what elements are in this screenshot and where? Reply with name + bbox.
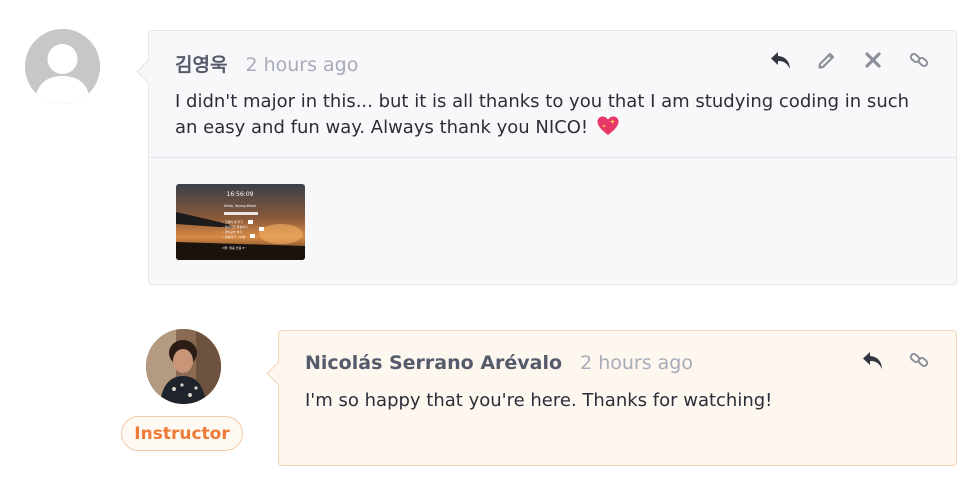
edit-icon <box>818 52 835 69</box>
comment-timestamp: 2 hours ago <box>580 352 693 374</box>
link-icon <box>909 53 929 67</box>
attachment-todo-item: • 웹사이트 완성하기 <box>222 224 248 229</box>
attachment-greeting: Hello, Young-Wook <box>224 204 257 208</box>
comment-card: Nicolás Serrano Arévalo 2 hours ago I'm … <box>278 330 957 466</box>
attachment-todo-item: • 고양이 밥 주기 <box>222 219 243 224</box>
comment-actions <box>768 47 932 73</box>
comment-actions <box>860 347 932 373</box>
comment-thread: 김영욱 2 hours ago I didn't major in this..… <box>0 0 977 488</box>
user-silhouette-icon <box>25 29 100 104</box>
instructor-badge: Instructor <box>121 416 243 451</box>
permalink-button[interactable] <box>906 347 932 373</box>
comment-timestamp: 2 hours ago <box>245 54 359 76</box>
delete-icon <box>865 52 881 68</box>
attachment-thumbnail[interactable]: 16:56:09 Hello, Young-Wook • 고양이 밥 주기 • … <box>176 184 305 260</box>
link-icon <box>909 353 929 367</box>
attachment-footer: 서울, 맑음 흐림 8° <box>222 245 246 250</box>
delete-button[interactable] <box>860 47 886 73</box>
sparkling-heart-icon <box>596 115 620 145</box>
attachment-todo-item: • 운동하기 - 30분 <box>222 234 246 239</box>
comment-body: I'm so happy that you're here. Thanks fo… <box>305 390 773 411</box>
comment-header: Nicolás Serrano Arévalo 2 hours ago <box>305 352 693 374</box>
reply-icon <box>771 52 790 69</box>
attachment-clock: 16:56:09 <box>227 191 254 198</box>
reply-button[interactable] <box>860 347 886 373</box>
comment-author[interactable]: 김영욱 <box>175 50 227 77</box>
comment-author[interactable]: Nicolás Serrano Arévalo <box>305 352 562 374</box>
divider <box>149 157 956 158</box>
reply-button[interactable] <box>768 47 794 73</box>
comment-body: I didn't major in this... but it is all … <box>175 89 935 145</box>
permalink-button[interactable] <box>906 47 932 73</box>
instructor-photo <box>146 329 221 404</box>
avatar-placeholder[interactable] <box>25 29 100 104</box>
avatar[interactable] <box>146 329 221 404</box>
comment-header: 김영욱 2 hours ago <box>175 50 358 77</box>
comment-body-text: I didn't major in this... but it is all … <box>175 91 910 138</box>
comment-card: 김영욱 2 hours ago I didn't major in this..… <box>148 30 957 285</box>
edit-button[interactable] <box>814 47 840 73</box>
reply-icon <box>863 352 882 369</box>
attachment-todo-item: • 영어공부 하기 <box>222 229 242 234</box>
